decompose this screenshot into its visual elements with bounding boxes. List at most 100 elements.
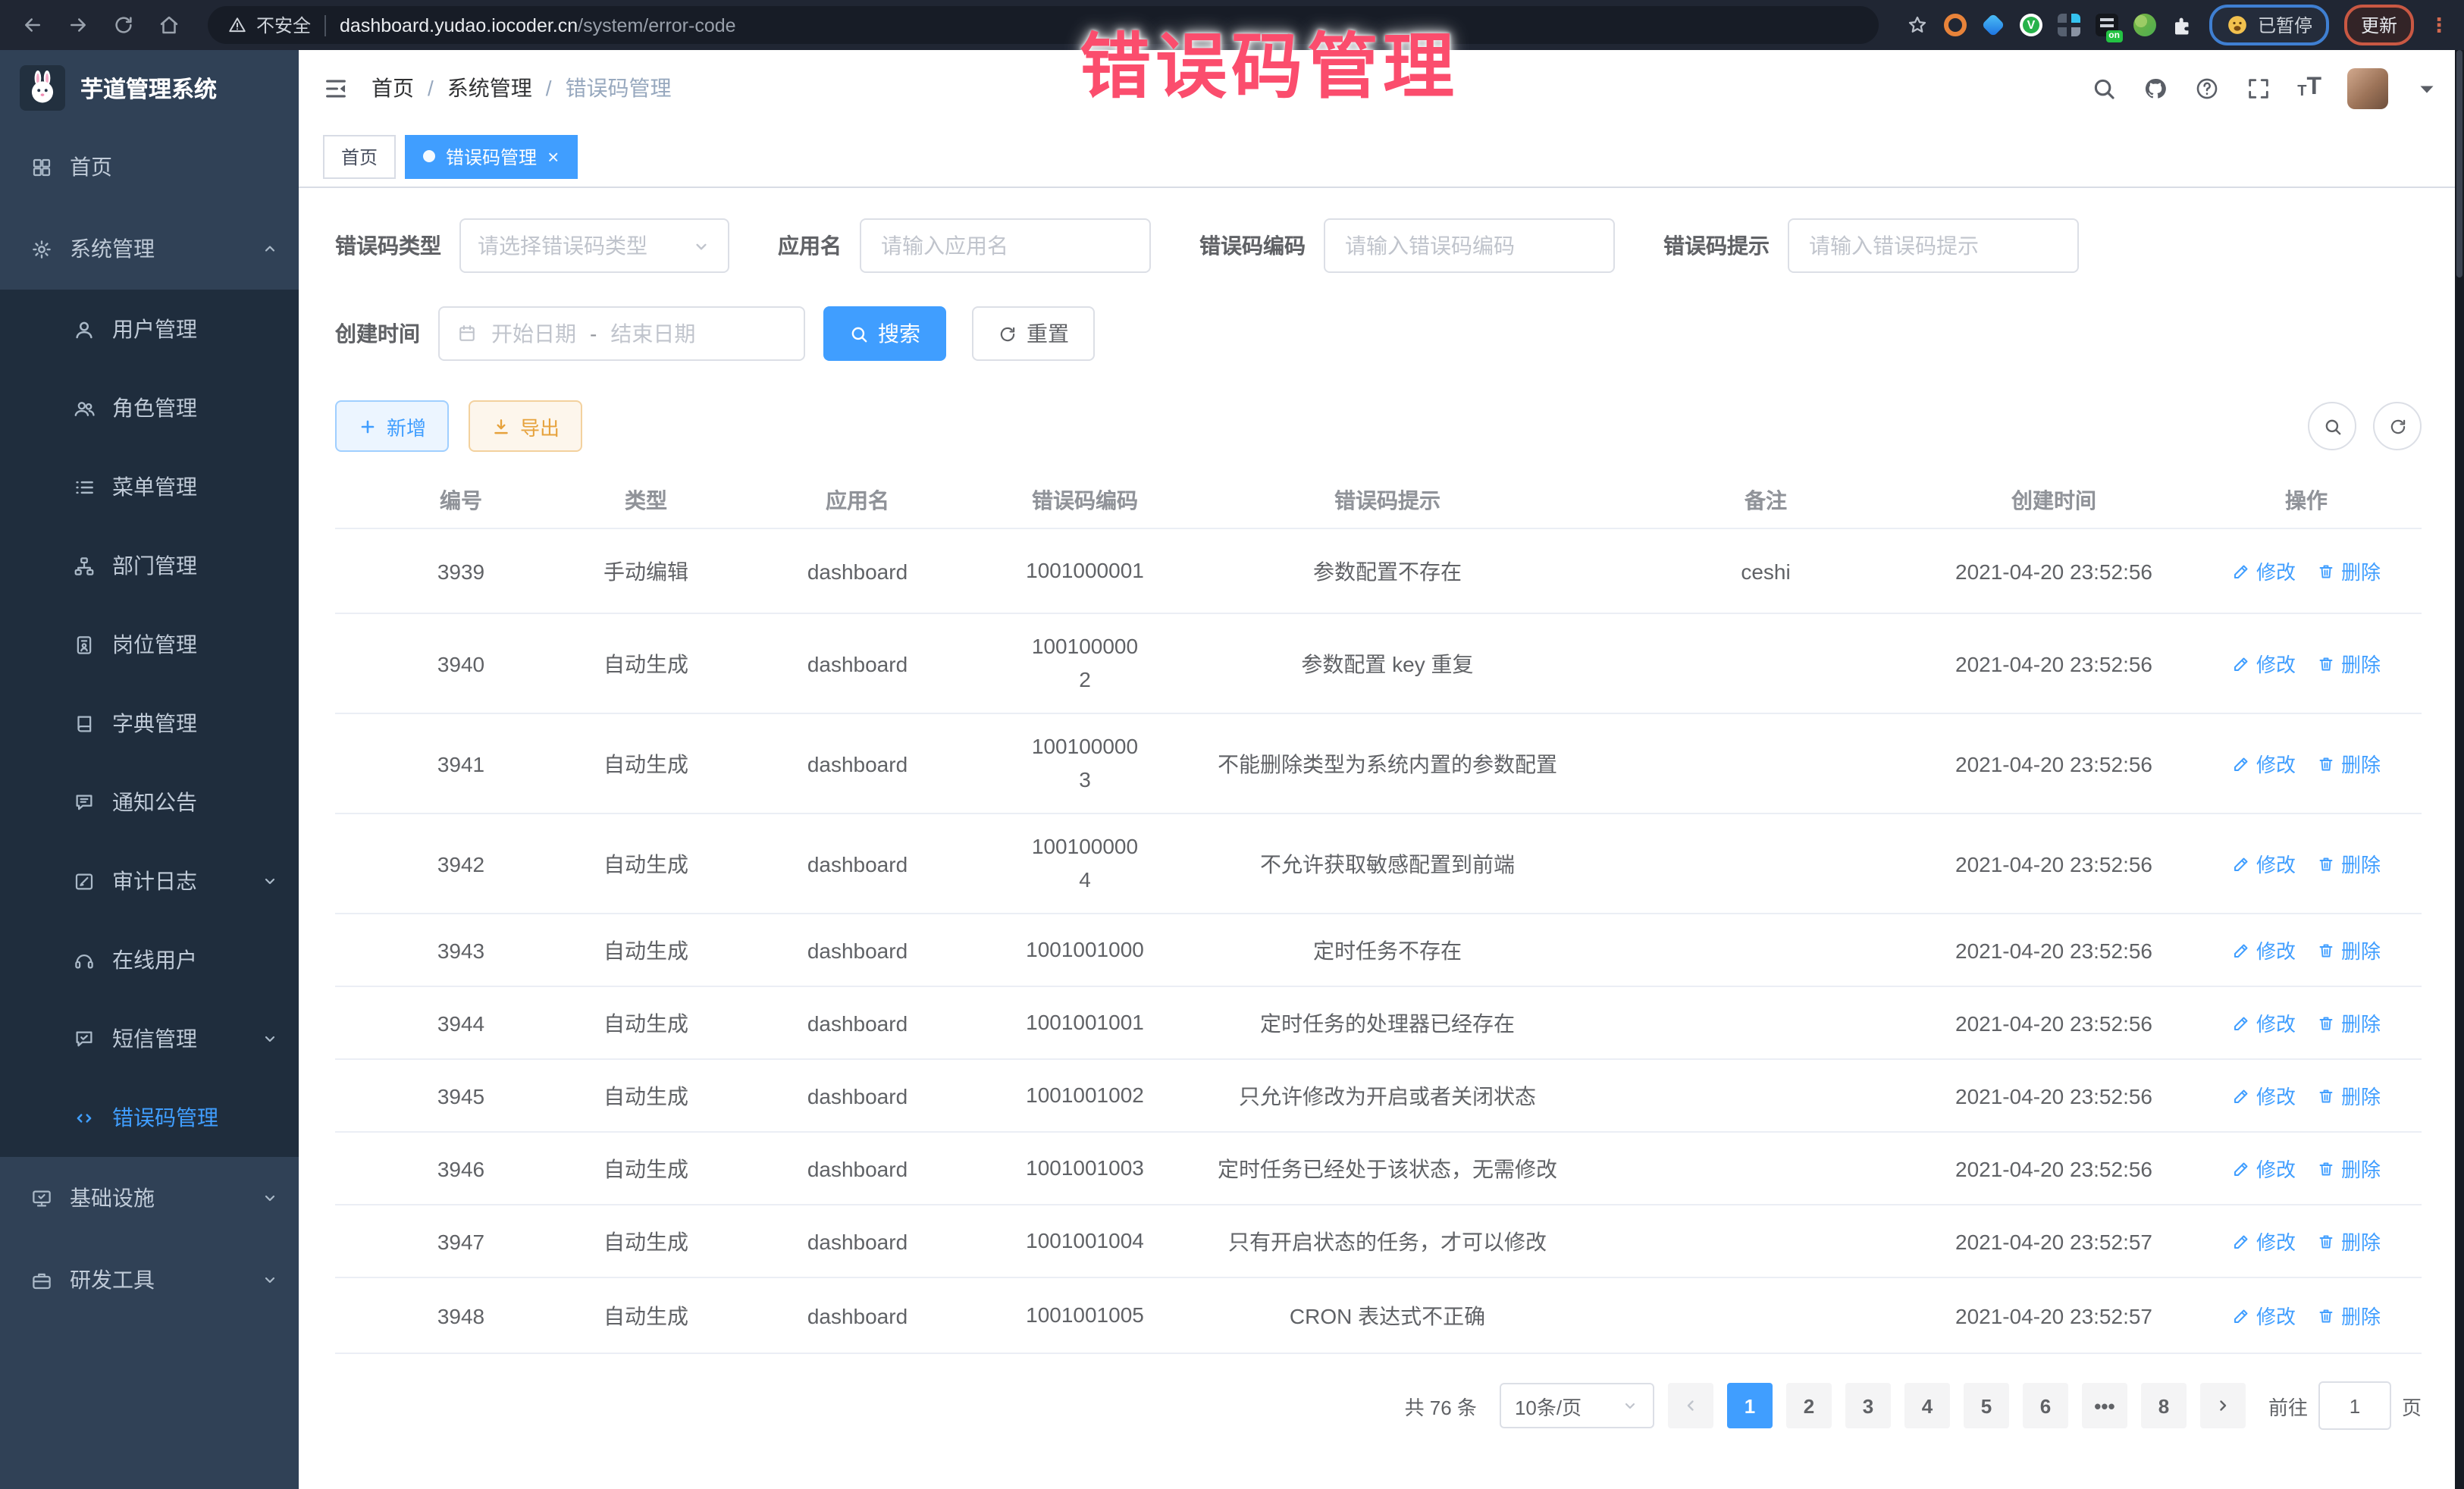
table-row[interactable]: 3946自动生成dashboard1001001003定时任务已经处于该状态，无…: [335, 1132, 2422, 1205]
edit-button[interactable]: 修改: [2232, 556, 2296, 585]
reset-button[interactable]: 重置: [972, 306, 1095, 361]
sidebar-item-roles[interactable]: 角色管理: [0, 368, 299, 447]
edit-button[interactable]: 修改: [2232, 849, 2296, 878]
sidebar-item-error-code[interactable]: 错误码管理: [0, 1078, 299, 1157]
tab-close-icon[interactable]: ×: [547, 146, 559, 166]
sidebar-item-infrastructure[interactable]: 基础设施: [0, 1157, 299, 1239]
security-indicator[interactable]: 不安全: [227, 12, 311, 38]
browser-back-icon[interactable]: [21, 14, 44, 36]
page-size-select[interactable]: 10条/页: [1500, 1383, 1654, 1428]
delete-button[interactable]: 删除: [2317, 649, 2381, 678]
search-button[interactable]: 搜索: [823, 306, 946, 361]
app-name-input[interactable]: [878, 232, 1133, 259]
add-button[interactable]: 新增: [335, 400, 449, 452]
prev-page-button[interactable]: [1668, 1383, 1713, 1428]
delete-button[interactable]: 删除: [2317, 749, 2381, 778]
delete-button[interactable]: 删除: [2317, 1301, 2381, 1330]
extension-icon-6[interactable]: [2133, 14, 2156, 36]
sidebar-item-menus[interactable]: 菜单管理: [0, 447, 299, 526]
address-bar[interactable]: 不安全 dashboard.yudao.iocoder.cn/system/er…: [208, 6, 1879, 44]
table-row[interactable]: 3941自动生成dashboard100100000 3不能删除类型为系统内置的…: [335, 713, 2422, 813]
sidebar-item-home[interactable]: 首页: [0, 126, 299, 208]
edit-button[interactable]: 修改: [2232, 1301, 2296, 1330]
sidebar-item-posts[interactable]: 岗位管理: [0, 605, 299, 684]
page-button[interactable]: 1: [1727, 1383, 1773, 1428]
toggle-search-button[interactable]: [2308, 402, 2356, 450]
edit-button[interactable]: 修改: [2232, 749, 2296, 778]
browser-reload-icon[interactable]: [112, 14, 135, 36]
bookmark-star-icon[interactable]: [1906, 14, 1929, 36]
table-row[interactable]: 3943自动生成dashboard1001001000定时任务不存在2021-0…: [335, 914, 2422, 986]
delete-button[interactable]: 删除: [2317, 556, 2381, 585]
sidebar-item-departments[interactable]: 部门管理: [0, 526, 299, 605]
sidebar-item-system[interactable]: 系统管理: [0, 208, 299, 290]
edit-button[interactable]: 修改: [2232, 1154, 2296, 1183]
browser-forward-icon[interactable]: [67, 14, 89, 36]
table-row[interactable]: 3939手动编辑dashboard1001000001参数配置不存在ceshi2…: [335, 528, 2422, 613]
extension-icon-3[interactable]: V: [2020, 14, 2042, 36]
sidebar-item-online-users[interactable]: 在线用户: [0, 920, 299, 999]
scrollbar-thumb[interactable]: [2456, 50, 2462, 277]
page-button[interactable]: 8: [2141, 1383, 2187, 1428]
page-button[interactable]: 2: [1786, 1383, 1832, 1428]
page-ellipsis[interactable]: •••: [2082, 1383, 2127, 1428]
page-button[interactable]: 4: [1904, 1383, 1950, 1428]
extensions-puzzle-icon[interactable]: [2171, 14, 2194, 36]
edit-button[interactable]: 修改: [2232, 1081, 2296, 1110]
refresh-table-button[interactable]: [2373, 402, 2422, 450]
extension-icon-5[interactable]: on: [2096, 14, 2118, 36]
sidebar-item-users[interactable]: 用户管理: [0, 290, 299, 368]
table-row[interactable]: 3940自动生成dashboard100100000 2参数配置 key 重复2…: [335, 613, 2422, 713]
page-button[interactable]: 6: [2023, 1383, 2068, 1428]
sidebar-item-notices[interactable]: 通知公告: [0, 763, 299, 842]
delete-button[interactable]: 删除: [2317, 1154, 2381, 1183]
table-row[interactable]: 3942自动生成dashboard100100000 4不允许获取敏感配置到前端…: [335, 813, 2422, 914]
table-row[interactable]: 3944自动生成dashboard1001001001定时任务的处理器已经存在2…: [335, 986, 2422, 1059]
edit-button[interactable]: 修改: [2232, 936, 2296, 964]
next-page-button[interactable]: [2200, 1383, 2246, 1428]
fullscreen-icon[interactable]: [2246, 75, 2271, 101]
error-code-input[interactable]: [1342, 232, 1597, 259]
delete-button[interactable]: 删除: [2317, 1081, 2381, 1110]
date-range-picker[interactable]: 开始日期 - 结束日期: [438, 306, 805, 361]
extension-icon-2[interactable]: [1981, 13, 2005, 36]
delete-button[interactable]: 删除: [2317, 936, 2381, 964]
browser-menu-icon[interactable]: ⋮: [2429, 15, 2449, 35]
sidebar-item-dev-tools[interactable]: 研发工具: [0, 1239, 299, 1321]
table-row[interactable]: 3947自动生成dashboard1001001004只有开启状态的任务，才可以…: [335, 1205, 2422, 1277]
search-icon[interactable]: [2091, 75, 2117, 101]
caret-down-icon[interactable]: [2414, 75, 2440, 101]
page-button[interactable]: 3: [1845, 1383, 1891, 1428]
delete-button[interactable]: 删除: [2317, 1227, 2381, 1255]
sidebar-item-dicts[interactable]: 字典管理: [0, 684, 299, 763]
edit-button[interactable]: 修改: [2232, 1227, 2296, 1255]
goto-page-input[interactable]: [2318, 1381, 2391, 1430]
extension-icon-4[interactable]: [2058, 14, 2080, 36]
delete-button[interactable]: 删除: [2317, 1008, 2381, 1037]
export-button[interactable]: 导出: [469, 400, 582, 452]
page-button[interactable]: 5: [1964, 1383, 2009, 1428]
browser-update-button[interactable]: 更新: [2344, 5, 2414, 45]
table-row[interactable]: 3948自动生成dashboard1001001005CRON 表达式不正确20…: [335, 1277, 2422, 1353]
sidebar-item-sms[interactable]: 短信管理: [0, 999, 299, 1078]
page-scrollbar[interactable]: [2455, 50, 2464, 1489]
browser-home-icon[interactable]: [158, 14, 180, 36]
edit-button[interactable]: 修改: [2232, 1008, 2296, 1037]
delete-button[interactable]: 删除: [2317, 849, 2381, 878]
tab-home[interactable]: 首页: [323, 134, 396, 178]
font-size-icon[interactable]: TT: [2297, 76, 2321, 100]
paused-extension-pill[interactable]: 已暂停: [2209, 5, 2329, 45]
edit-button[interactable]: 修改: [2232, 649, 2296, 678]
avatar[interactable]: [2347, 67, 2388, 108]
tab-error-code[interactable]: 错误码管理 ×: [405, 134, 577, 178]
error-hint-input[interactable]: [1806, 232, 2061, 259]
extension-icon-1[interactable]: [1944, 14, 1967, 36]
help-icon[interactable]: [2194, 75, 2220, 101]
error-type-select[interactable]: 请选择错误码类型: [459, 218, 729, 273]
github-icon[interactable]: [2143, 75, 2168, 101]
menu-fold-icon[interactable]: [323, 75, 349, 101]
sidebar-item-audit-log[interactable]: 审计日志: [0, 842, 299, 920]
table-row[interactable]: 3945自动生成dashboard1001001002只允许修改为开启或者关闭状…: [335, 1059, 2422, 1132]
breadcrumb-home[interactable]: 首页: [371, 73, 414, 103]
app-logo[interactable]: 芋道管理系统: [0, 50, 299, 126]
